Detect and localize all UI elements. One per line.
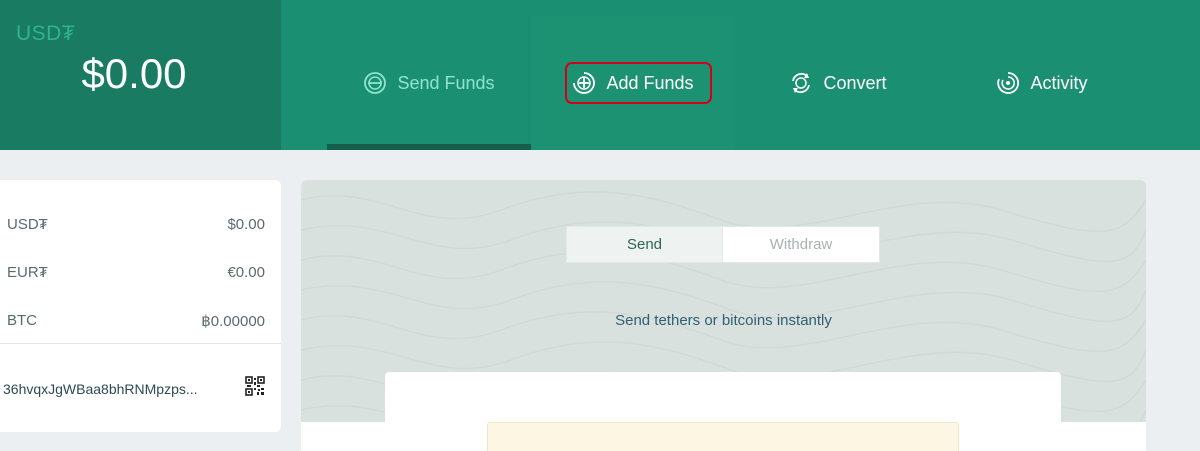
send-funds-icon: [364, 72, 387, 94]
wallet-row-name: USD₮: [7, 216, 48, 233]
wallet-row-value: €0.00: [227, 264, 265, 281]
notice-box: [487, 422, 959, 451]
wallet-row-btc[interactable]: BTC ฿0.00000: [7, 312, 265, 330]
balance-amount: $0.00: [81, 50, 187, 97]
top-header: USD₮ $0.00 Send Funds Add Funds Convert: [0, 0, 1200, 150]
tab-convert[interactable]: Convert: [736, 16, 940, 150]
tab-send-funds-label: Send Funds: [397, 72, 495, 93]
wallet-row-name: BTC: [7, 312, 37, 329]
tab-convert-label: Convert: [823, 72, 887, 93]
wallet-balances-panel: USD₮ $0.00 EUR₮ €0.00 BTC ฿0.00000 36hvq…: [0, 180, 281, 432]
balance-panel: USD₮ $0.00: [0, 0, 281, 150]
balance-currency: USD₮: [16, 22, 76, 45]
send-subtitle: Send tethers or bitcoins instantly: [615, 312, 832, 329]
send-withdraw-toggle: Send Withdraw: [566, 226, 880, 263]
tab-activity[interactable]: Activity: [940, 16, 1144, 150]
wallet-row-value: ฿0.00000: [201, 313, 265, 330]
add-funds-highlight: [565, 62, 712, 104]
activity-icon: [997, 72, 1020, 94]
tab-send-funds[interactable]: Send Funds: [327, 16, 531, 150]
active-tab-indicator: [327, 144, 531, 150]
wallet-row-eurt[interactable]: EUR₮ €0.00: [7, 264, 265, 281]
wallet-address[interactable]: 36hvqxJgWBaa8bhRNMpzps...: [3, 381, 198, 397]
toggle-send-button[interactable]: Send: [566, 226, 723, 263]
qr-code-icon[interactable]: [245, 376, 265, 396]
tab-activity-label: Activity: [1030, 72, 1088, 93]
wallet-divider: [0, 343, 281, 344]
toggle-withdraw-button[interactable]: Withdraw: [723, 226, 880, 263]
wallet-row-name: EUR₮: [7, 264, 48, 281]
convert-icon: [792, 73, 811, 93]
wallet-row-usdt[interactable]: USD₮ $0.00: [7, 216, 265, 233]
send-panel: Send Withdraw Send tethers or bitcoins i…: [301, 180, 1146, 451]
wallet-row-value: $0.00: [227, 216, 265, 233]
